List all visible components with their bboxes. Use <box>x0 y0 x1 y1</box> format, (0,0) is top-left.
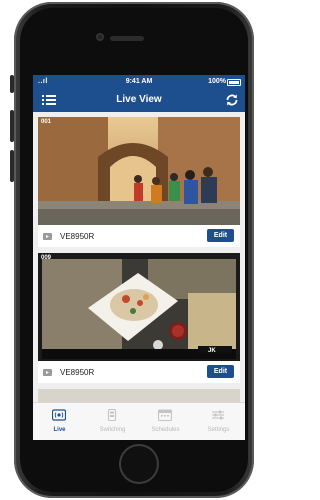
svg-text:JK: JK <box>208 348 216 354</box>
camera-number: 009 <box>41 255 52 261</box>
front-camera <box>96 33 104 41</box>
refresh-icon[interactable] <box>224 92 240 108</box>
camera-name: VE8950R <box>60 368 95 377</box>
page-title: Live View <box>116 94 162 105</box>
tab-settings[interactable]: Settings <box>192 403 245 440</box>
camera-list: 001 VE8950R Edit JK 009 VE8950R Edit <box>33 112 245 402</box>
app-header: ..ıl 9:41 AM 100% Live View <box>33 75 245 112</box>
status-bar: ..ıl 9:41 AM 100% <box>33 75 245 88</box>
app-screen: ..ıl 9:41 AM 100% Live View 001 VE8950R … <box>33 75 245 440</box>
camera-name: VE8950R <box>60 232 95 241</box>
volume-down-button <box>10 150 14 182</box>
home-button[interactable] <box>119 444 159 484</box>
switching-icon <box>107 409 117 421</box>
tab-label: Schedules <box>151 427 180 433</box>
camera-icon <box>43 233 52 240</box>
tab-label: Switching <box>99 427 126 433</box>
tab-switching[interactable]: Switching <box>86 403 139 440</box>
live-icon <box>52 409 66 421</box>
battery-percent: 100% <box>208 78 226 85</box>
schedules-icon <box>158 409 172 421</box>
earpiece-speaker <box>110 36 144 41</box>
tab-label: Settings <box>207 427 230 433</box>
tab-bar: Live Switching Schedules Settings <box>33 402 245 440</box>
volume-up-button <box>10 110 14 142</box>
tab-schedules[interactable]: Schedules <box>139 403 192 440</box>
camera-1-preview[interactable] <box>38 117 240 225</box>
mute-switch <box>10 75 14 93</box>
camera-card-partial[interactable] <box>38 389 240 402</box>
tab-live[interactable]: Live <box>33 403 86 440</box>
camera-card[interactable]: JK 009 VE8950R Edit <box>38 253 240 383</box>
edit-button[interactable]: Edit <box>207 229 234 242</box>
tab-label: Live <box>53 427 66 433</box>
edit-button[interactable]: Edit <box>207 365 234 378</box>
battery-icon <box>227 79 241 86</box>
settings-icon <box>212 410 224 420</box>
camera-number: 001 <box>41 119 52 125</box>
camera-icon <box>43 369 52 376</box>
camera-card[interactable]: 001 VE8950R Edit <box>38 117 240 247</box>
camera-9-preview[interactable]: JK <box>38 253 240 361</box>
